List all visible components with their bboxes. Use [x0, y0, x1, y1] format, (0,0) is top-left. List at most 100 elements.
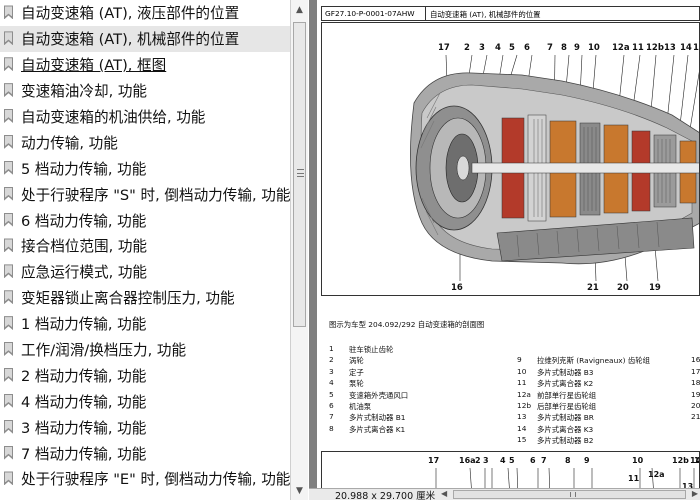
document-id: GF27.10-P-0001-07AHW: [322, 7, 426, 20]
callout-label: 8: [565, 456, 571, 465]
bookmarks-panel: 自动变速箱 (AT), 液压部件的位置自动变速箱 (AT), 机械部件的位置 自动…: [0, 0, 308, 500]
bookmark-label: 自动变速箱 (AT), 机械部件的位置: [21, 31, 240, 49]
bookmark-label: 处于行驶程序 "E" 时, 倒档动力传输, 功能: [21, 471, 290, 489]
bookmark-item[interactable]: 处于行驶程序 "S" 时, 倒档动力传输, 功能: [0, 181, 290, 207]
bookmark-item[interactable]: 3 档动力传输, 功能: [0, 414, 290, 440]
callout-label: 19: [649, 283, 661, 293]
callout-label: 5: [509, 456, 515, 465]
bookmark-icon: [3, 419, 15, 435]
bookmark-item[interactable]: 应急运行模式, 功能: [0, 259, 290, 285]
legend-number: 8: [329, 423, 334, 433]
callout-label: 12b: [672, 456, 689, 465]
legend-text: 泵轮: [349, 379, 364, 389]
scrollbar-thumb[interactable]: [293, 22, 306, 327]
bookmark-item[interactable]: 自动变速箱 (AT), 框图: [0, 52, 290, 78]
bookmark-icon: [3, 31, 15, 46]
legend-number: 19: [691, 389, 700, 399]
bookmark-item[interactable]: 自动变速箱的机油供给, 功能: [0, 104, 290, 130]
callout-label: 3: [479, 43, 485, 53]
legend-text: 机油泵: [349, 402, 372, 411]
bookmark-item[interactable]: 7 档动力传输, 功能: [0, 440, 290, 466]
bookmark-item[interactable]: 处于行驶程序 "E" 时, 倒档动力传输, 功能: [0, 466, 290, 492]
legend-number: 2: [329, 355, 334, 365]
callout-label: 10: [588, 43, 600, 53]
bookmark-icon: [3, 160, 15, 176]
bookmark-icon: [3, 134, 15, 150]
bookmark-item[interactable]: 2 档动力传输, 功能: [0, 362, 290, 388]
legend-text: 多片式离合器 K2: [537, 379, 594, 389]
legend-text: 涡轮: [349, 356, 364, 366]
callout-label: 20: [617, 283, 629, 293]
bookmark-item[interactable]: 变矩器锁止离合器控制压力, 功能: [0, 285, 290, 311]
callout-label: 9: [584, 456, 590, 465]
legend-text: 变速箱外壳通风口: [349, 390, 409, 400]
bookmarks-vertical-scrollbar[interactable]: ▲ ▼: [290, 0, 308, 500]
callout-label: 7: [541, 456, 547, 465]
bookmark-label: 1 档动力传输, 功能: [21, 316, 147, 334]
legend-number: 18: [691, 378, 700, 388]
scroll-left-arrow-icon[interactable]: ◀: [441, 489, 447, 498]
bookmark-item[interactable]: 动力传输, 功能: [0, 129, 290, 155]
bookmark-item[interactable]: 1 档动力传输, 功能: [0, 311, 290, 337]
bookmark-item[interactable]: 自动变速箱 (AT), 机械部件的位置: [0, 25, 290, 52]
bookmarks-list: 自动变速箱 (AT), 液压部件的位置自动变速箱 (AT), 机械部件的位置 自动…: [0, 0, 290, 500]
bookmark-item[interactable]: 接合档位范围, 功能: [0, 233, 290, 259]
legend-number: 15: [517, 435, 527, 445]
bookmark-item[interactable]: 6 档动力传输, 功能: [0, 207, 290, 233]
bookmark-icon: [3, 57, 15, 72]
legend-number: 14: [517, 423, 527, 433]
callout-label: 21: [587, 283, 599, 293]
bookmark-label: 变速箱油冷却, 功能: [21, 83, 148, 101]
grip-icon: [569, 492, 576, 497]
callout-label: 3: [483, 456, 489, 465]
legend-number: 12a: [517, 389, 531, 399]
legend-text: 后部单行星齿轮组: [537, 402, 597, 411]
transmission-cutaway-illustration: 17 23456 789 10 12a1112b13 1415 16 21 20 19: [321, 22, 700, 296]
document-header: GF27.10-P-0001-07AHW 自动变速箱 (AT), 机械部件的位置: [321, 6, 700, 21]
bookmark-label: 4 档动力传输, 功能: [21, 393, 147, 411]
callout-label: 4: [500, 456, 506, 465]
bookmark-icon: [3, 83, 15, 98]
scroll-right-arrow-icon[interactable]: ▶: [692, 489, 698, 498]
legend-text: 多片式制动器 B2: [537, 436, 594, 446]
legend-number: 13: [517, 412, 527, 422]
bookmark-label: 7 档动力传输, 功能: [21, 445, 147, 463]
grip-icon: [297, 169, 304, 177]
callout-label: 2: [464, 43, 470, 53]
bookmark-icon: [3, 316, 15, 331]
callout-label: 5: [509, 43, 515, 53]
callout-label: 17: [428, 456, 440, 465]
bookmark-item[interactable]: 4 档动力传输, 功能: [0, 388, 290, 414]
horizontal-scrollbar-thumb[interactable]: [453, 490, 686, 499]
scroll-down-arrow-icon[interactable]: ▼: [291, 483, 308, 498]
bookmark-label: 3 档动力传输, 功能: [21, 419, 147, 437]
legend-number: 1: [329, 344, 334, 353]
legend-number: 20: [691, 401, 700, 410]
bookmark-item[interactable]: 工作/润滑/换档压力, 功能: [0, 337, 290, 363]
callout-label: 16: [451, 283, 463, 293]
legend-text: 定子: [349, 367, 364, 377]
document-horizontal-scrollbar[interactable]: ◀ ▶: [439, 489, 700, 500]
document-pane[interactable]: GF27.10-P-0001-07AHW 自动变速箱 (AT), 机械部件的位置: [309, 0, 700, 500]
document-page: GF27.10-P-0001-07AHW 自动变速箱 (AT), 机械部件的位置: [317, 0, 700, 496]
callout-label: 8: [561, 43, 567, 53]
scroll-up-arrow-icon[interactable]: ▲: [291, 2, 308, 17]
callout-label: 16a: [459, 456, 476, 465]
bookmark-item[interactable]: 变速箱油冷却, 功能: [0, 78, 290, 104]
bookmark-icon: [3, 471, 15, 486]
callout-label: 9: [574, 43, 580, 53]
callout-label: 6: [524, 43, 530, 53]
bookmark-label: 2 档动力传输, 功能: [21, 367, 147, 385]
legend-text: 多片式制动器 BR: [537, 413, 594, 423]
bookmark-label: 处于行驶程序 "S" 时, 倒档动力传输, 功能: [21, 186, 290, 204]
bookmark-item[interactable]: 自动变速箱 (AT), 液压部件的位置: [0, 0, 290, 26]
bookmark-label: 动力传输, 功能: [21, 134, 118, 152]
legend-text: 拉维列克斯 (Ravigneaux) 齿轮组: [537, 356, 651, 366]
bookmark-label: 自动变速箱 (AT), 框图: [21, 57, 167, 75]
legend-number: 9: [517, 355, 522, 365]
bookmark-icon: [3, 393, 15, 409]
legend-number: 3: [329, 366, 334, 376]
bookmark-label: 自动变速箱的机油供给, 功能: [21, 109, 206, 126]
bookmark-item[interactable]: 5 档动力传输, 功能: [0, 155, 290, 181]
bookmark-label: 应急运行模式, 功能: [21, 264, 148, 282]
